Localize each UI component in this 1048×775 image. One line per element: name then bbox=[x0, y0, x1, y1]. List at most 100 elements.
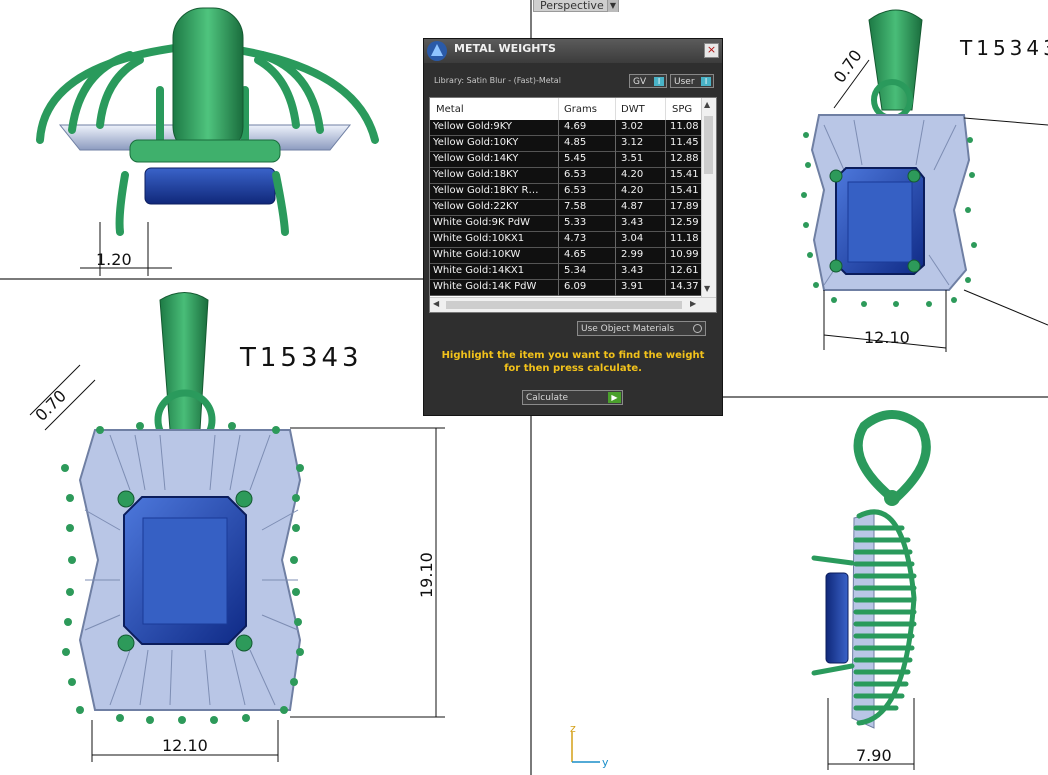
table-cell: 6.09 bbox=[564, 281, 587, 292]
table-cell: 3.02 bbox=[621, 121, 644, 132]
table-row[interactable]: White Gold:9K PdW 5.33 3.43 12.59 bbox=[430, 216, 702, 232]
table-cell: 12.61 bbox=[670, 265, 699, 276]
instruction-text: Highlight the item you want to find the … bbox=[441, 350, 705, 374]
gv-toggle-knob: I bbox=[654, 77, 664, 86]
table-cell: 11.08 bbox=[670, 121, 699, 132]
table-cell: 4.20 bbox=[621, 185, 644, 196]
perspective-view-label[interactable]: Perspective ▼ bbox=[533, 0, 619, 12]
axis-y-label: y bbox=[602, 756, 609, 769]
table-cell: 4.87 bbox=[621, 201, 644, 212]
table-cell: White Gold:9K PdW bbox=[433, 217, 530, 228]
table-header: Metal Grams DWT SPG bbox=[430, 98, 716, 121]
top-view-dimension: 1.20 bbox=[96, 250, 132, 269]
table-cell: 5.45 bbox=[564, 153, 587, 164]
table-cell: Yellow Gold:22KY bbox=[433, 201, 519, 212]
table-cell: White Gold:10KX1 bbox=[433, 233, 525, 244]
table-cell: 3.04 bbox=[621, 233, 644, 244]
perspective-view-drawing: 12.10 0.70 T15343 bbox=[801, 9, 1048, 352]
table-row[interactable]: Yellow Gold:22KY 7.58 4.87 17.89 bbox=[430, 200, 702, 216]
calculate-label: Calculate bbox=[526, 393, 569, 403]
front-prong-dimension: 0.70 bbox=[31, 386, 70, 425]
vertical-scroll-thumb[interactable] bbox=[704, 116, 713, 174]
table-cell: 7.58 bbox=[564, 201, 587, 212]
table-cell: Yellow Gold:18KY bbox=[433, 169, 519, 180]
table-cell: 4.73 bbox=[564, 233, 587, 244]
table-cell: 15.41 bbox=[670, 169, 699, 180]
use-object-materials-label: Use Object Materials bbox=[581, 324, 675, 334]
user-label: User bbox=[674, 77, 695, 87]
table-cell: 3.43 bbox=[621, 265, 644, 276]
perspective-item-code: T15343 bbox=[959, 36, 1048, 60]
use-object-materials-option[interactable]: Use Object Materials bbox=[577, 321, 706, 336]
column-header-grams[interactable]: Grams bbox=[564, 104, 597, 115]
table-row[interactable]: Yellow Gold:10KY 4.85 3.12 11.45 bbox=[430, 136, 702, 152]
table-cell: 3.91 bbox=[621, 281, 644, 292]
table-cell: Yellow Gold:18KY R… bbox=[433, 185, 539, 196]
perspective-prong-dimension: 0.70 bbox=[830, 46, 866, 86]
table-cell: 10.99 bbox=[670, 249, 699, 260]
table-cell: 2.99 bbox=[621, 249, 644, 260]
user-toggle-knob: I bbox=[701, 77, 711, 86]
app-logo-icon bbox=[427, 41, 447, 61]
front-width-dimension: 12.10 bbox=[162, 736, 208, 755]
table-cell: 4.20 bbox=[621, 169, 644, 180]
vertical-scrollbar[interactable]: ▲ ▼ bbox=[701, 98, 716, 298]
top-view-drawing: 1.20 bbox=[36, 7, 379, 276]
axis-indicator: z y bbox=[570, 722, 609, 769]
table-row[interactable]: Yellow Gold:9KY 4.69 3.02 11.08 bbox=[430, 120, 702, 136]
table-cell: 11.18 bbox=[670, 233, 699, 244]
column-header-spg[interactable]: SPG bbox=[672, 104, 692, 115]
table-row[interactable]: Yellow Gold:14KY 5.45 3.51 12.88 bbox=[430, 152, 702, 168]
table-cell: 12.88 bbox=[670, 153, 699, 164]
horizontal-scroll-thumb[interactable] bbox=[446, 301, 682, 309]
table-cell: 3.43 bbox=[621, 217, 644, 228]
gv-label: GV bbox=[633, 77, 647, 87]
table-row[interactable]: Yellow Gold:18KY R… 6.53 4.20 15.41 bbox=[430, 184, 702, 200]
side-depth-dimension: 7.90 bbox=[856, 746, 892, 765]
calculate-button[interactable]: Calculate ▶ bbox=[522, 390, 623, 405]
side-view-drawing: 7.90 bbox=[811, 410, 931, 770]
table-cell: 14.37 bbox=[670, 281, 699, 292]
table-row[interactable]: White Gold:10KW 4.65 2.99 10.99 bbox=[430, 248, 702, 264]
table-cell: 5.34 bbox=[564, 265, 587, 276]
table-cell: White Gold:14K PdW bbox=[433, 281, 537, 292]
scroll-left-icon[interactable]: ◀ bbox=[433, 299, 439, 308]
table-row[interactable]: White Gold:14KX1 5.34 3.43 12.61 bbox=[430, 264, 702, 280]
table-row[interactable]: White Gold:10KX1 4.73 3.04 11.18 bbox=[430, 232, 702, 248]
metal-weights-panel: METAL WEIGHTS × Library: Satin Blur - (F… bbox=[423, 38, 723, 416]
chevron-down-icon[interactable]: ▼ bbox=[607, 0, 618, 12]
perspective-width-dimension: 12.10 bbox=[864, 328, 910, 347]
front-item-code: T15343 bbox=[239, 343, 363, 373]
table-row[interactable]: White Gold:14K PdW 6.09 3.91 14.37 bbox=[430, 280, 702, 296]
library-label: Library: Satin Blur - (Fast)-Metal bbox=[434, 76, 561, 85]
scroll-right-icon[interactable]: ▶ bbox=[690, 299, 696, 308]
perspective-label-text: Perspective bbox=[540, 0, 604, 12]
table-cell: 4.69 bbox=[564, 121, 587, 132]
scroll-up-icon[interactable]: ▲ bbox=[704, 100, 710, 109]
table-cell: Yellow Gold:14KY bbox=[433, 153, 519, 164]
table-cell: Yellow Gold:10KY bbox=[433, 137, 519, 148]
table-row[interactable]: Yellow Gold:18KY 6.53 4.20 15.41 bbox=[430, 168, 702, 184]
table-cell: 12.59 bbox=[670, 217, 699, 228]
column-header-dwt[interactable]: DWT bbox=[621, 104, 645, 115]
axis-z-label: z bbox=[570, 722, 576, 735]
table-cell: 3.12 bbox=[621, 137, 644, 148]
table-cell: Yellow Gold:9KY bbox=[433, 121, 512, 132]
table-cell: White Gold:10KW bbox=[433, 249, 521, 260]
panel-titlebar[interactable]: METAL WEIGHTS × bbox=[424, 39, 722, 63]
table-cell: 3.51 bbox=[621, 153, 644, 164]
table-cell: 17.89 bbox=[670, 201, 699, 212]
user-toggle[interactable]: User I bbox=[670, 74, 714, 88]
radio-icon[interactable] bbox=[693, 324, 702, 333]
close-button[interactable]: × bbox=[704, 43, 719, 58]
table-cell: 6.53 bbox=[564, 185, 587, 196]
table-body: Yellow Gold:9KY 4.69 3.02 11.08 Yellow Gold:… bbox=[430, 120, 702, 296]
metal-table: Metal Grams DWT SPG Yellow Gold:9KY 4.69 3… bbox=[429, 97, 717, 313]
table-cell: 4.65 bbox=[564, 249, 587, 260]
gv-toggle[interactable]: GV I bbox=[629, 74, 667, 88]
scroll-down-icon[interactable]: ▼ bbox=[704, 284, 710, 293]
table-cell: 15.41 bbox=[670, 185, 699, 196]
table-cell: 4.85 bbox=[564, 137, 587, 148]
column-header-metal[interactable]: Metal bbox=[436, 104, 464, 115]
horizontal-scrollbar[interactable]: ◀ ▶ bbox=[430, 297, 716, 312]
